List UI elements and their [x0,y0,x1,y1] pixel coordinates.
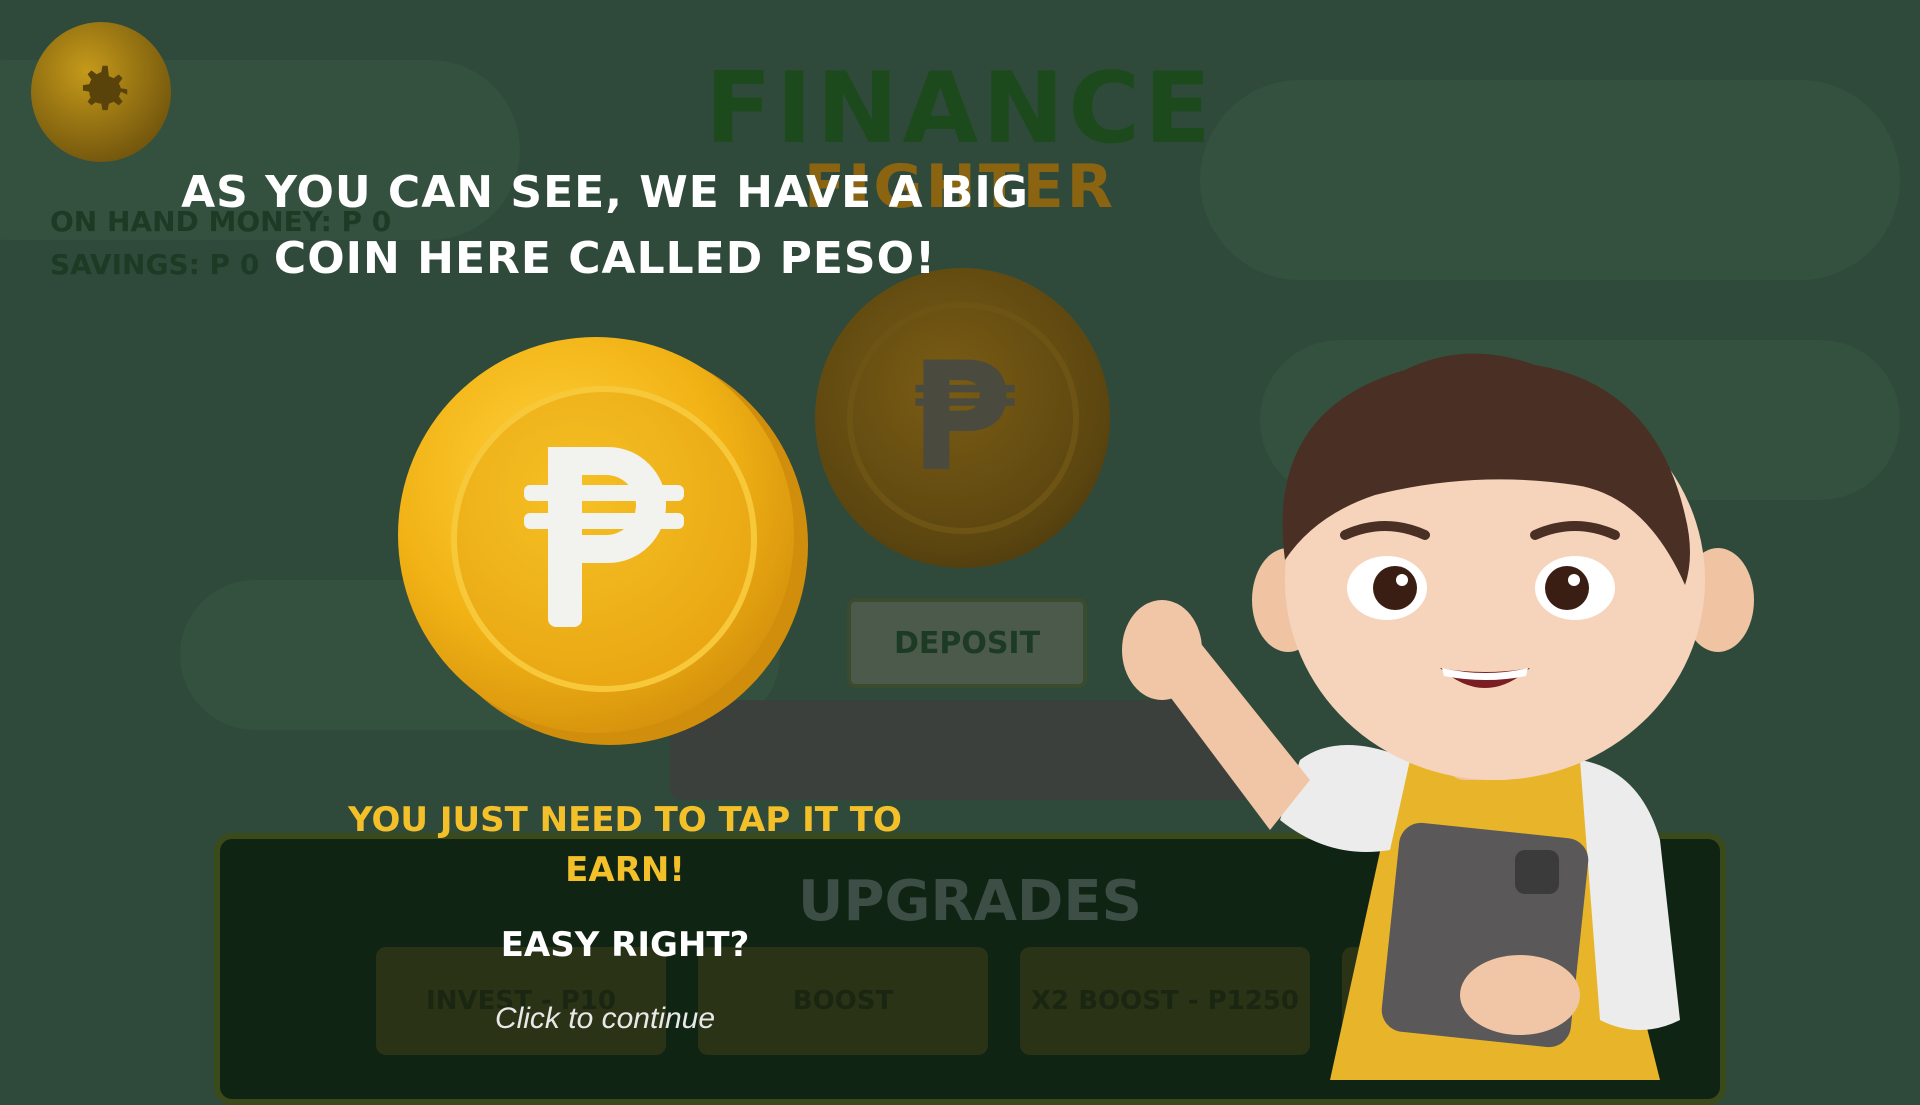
tutorial-line-1: As you can see, we have a big coin here … [181,167,1029,284]
click-to-continue[interactable]: Click to continue [330,1002,880,1036]
deposit-button[interactable]: Deposit [847,598,1087,688]
tutorial-line-2: You just need to tap it to earn! [348,800,902,890]
game-title: Finance [704,52,1216,166]
peso-icon: ₱ [846,302,1079,534]
tutorial-line-3: Easy right? [500,925,750,965]
tutorial-character [1122,353,1754,1080]
big-peso-coin [398,337,808,745]
tap-coin[interactable]: ₱ [815,268,1110,568]
